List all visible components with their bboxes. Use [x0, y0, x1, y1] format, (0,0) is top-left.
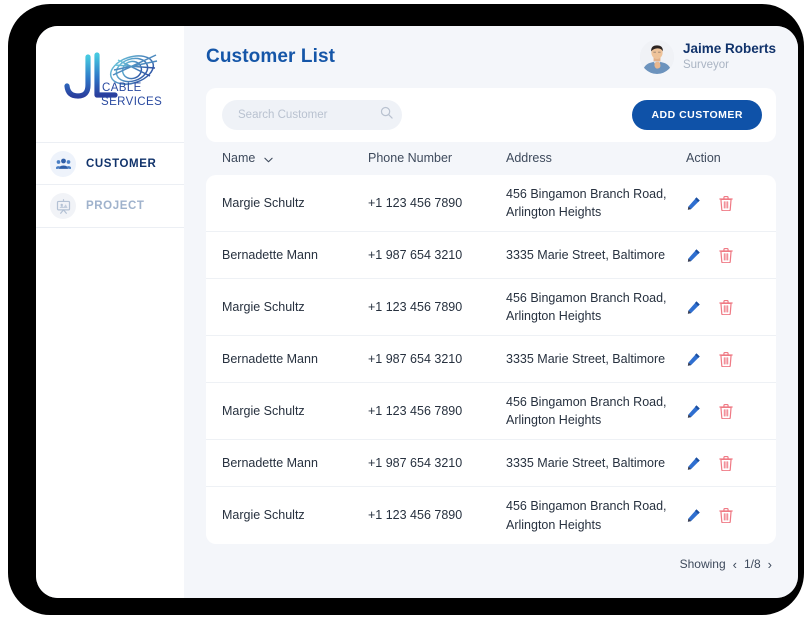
jl-cable-services-logo-icon: CABLE SERVICES — [64, 52, 162, 108]
cell-name: Margie Schultz — [222, 299, 305, 314]
sidebar-item-label: CUSTOMER — [86, 157, 157, 170]
cell-actions — [686, 195, 760, 211]
cell-address: 456 Bingamon Branch Road, Arlington Heig… — [506, 289, 686, 325]
search-icon[interactable] — [380, 106, 393, 124]
edit-pencil-icon[interactable] — [686, 508, 701, 523]
cell-address-line1: 456 Bingamon Branch Road, — [506, 394, 667, 409]
pagination-next-button[interactable]: › — [768, 558, 772, 571]
cell-address-line2: Arlington Heights — [506, 517, 602, 532]
edit-pencil-icon[interactable] — [686, 248, 701, 263]
table-row[interactable]: Margie Schultz +1 123 456 7890 456 Binga… — [206, 175, 776, 232]
chevron-down-icon[interactable] — [264, 150, 273, 168]
cell-name: Margie Schultz — [222, 403, 305, 418]
add-customer-button[interactable]: ADD CUSTOMER — [632, 100, 762, 130]
cell-actions — [686, 247, 760, 263]
trash-icon[interactable] — [719, 455, 733, 471]
app-screen: CABLE SERVICES CUSTOMER PROJECT Customer… — [36, 26, 798, 598]
edit-pencil-icon[interactable] — [686, 404, 701, 419]
cell-address-line2: Arlington Heights — [506, 413, 602, 427]
column-header-name[interactable]: Name — [222, 149, 368, 168]
pagination-position: 1/8 — [743, 557, 761, 571]
pagination: Showing ‹ 1/8 › — [206, 544, 776, 584]
trash-icon[interactable] — [719, 247, 733, 263]
avatar — [639, 40, 674, 74]
table-row[interactable]: Margie Schultz +1 123 456 7890 456 Binga… — [206, 383, 776, 440]
showing-label: Showing — [679, 557, 726, 571]
cell-phone: +1 987 654 3210 — [368, 247, 463, 262]
customer-table: Margie Schultz +1 123 456 7890 456 Binga… — [206, 175, 776, 544]
sidebar-item-label: PROJECT — [86, 200, 145, 212]
table-header: Name Phone Number Address Action — [206, 142, 776, 175]
column-header-name-label: Name — [222, 151, 256, 166]
sidebar-item-customer[interactable]: CUSTOMER — [36, 142, 184, 185]
cell-name: Margie Schultz — [222, 195, 305, 210]
brand-logo: CABLE SERVICES — [36, 26, 184, 130]
user-name: Jaime Roberts — [682, 41, 776, 57]
page-title: Customer List — [206, 46, 336, 67]
table-row[interactable]: Bernadette Mann +1 987 654 3210 3335 Mar… — [206, 440, 776, 487]
cell-address-line2: Arlington Heights — [506, 309, 602, 323]
table-row[interactable]: Bernadette Mann +1 987 654 3210 3335 Mar… — [206, 336, 776, 383]
table-row[interactable]: Bernadette Mann +1 987 654 3210 3335 Mar… — [206, 232, 776, 279]
cell-actions — [686, 299, 760, 315]
edit-pencil-icon[interactable] — [686, 196, 701, 211]
page-header: Customer List Jaime Roberts Surveyor — [206, 26, 776, 88]
edit-pencil-icon[interactable] — [686, 352, 701, 367]
cell-actions — [686, 455, 760, 471]
trash-icon[interactable] — [719, 403, 733, 419]
cell-name: Margie Schultz — [222, 508, 305, 523]
cell-address-line1: 456 Bingamon Branch Road, — [506, 186, 667, 201]
cell-phone: +1 987 654 3210 — [368, 351, 463, 366]
cell-actions — [686, 508, 760, 523]
cell-address: 3335 Marie Street, Baltimore — [506, 454, 686, 472]
column-header-phone: Phone Number — [368, 151, 453, 166]
cell-address-line1: 456 Bingamon Branch Road, — [506, 499, 667, 514]
trash-icon[interactable] — [719, 351, 733, 367]
cell-phone: +1 123 456 7890 — [368, 195, 463, 210]
cell-actions — [686, 403, 760, 419]
sidebar-nav: CUSTOMER PROJECT — [36, 142, 184, 228]
cell-name: Bernadette Mann — [222, 351, 318, 366]
main-content: Customer List Jaime Roberts Surveyor Sea… — [184, 26, 798, 598]
search-field[interactable] — [222, 100, 402, 130]
cell-address-line2: Arlington Heights — [506, 205, 602, 219]
user-role: Surveyor — [682, 58, 729, 71]
trash-icon[interactable] — [719, 508, 733, 523]
cell-phone: +1 123 456 7890 — [368, 299, 463, 314]
sidebar: CABLE SERVICES CUSTOMER PROJECT — [36, 26, 184, 598]
trash-icon[interactable] — [719, 299, 733, 315]
cell-address: 3335 Marie Street, Baltimore — [506, 246, 686, 264]
cell-name: Bernadette Mann — [222, 247, 318, 262]
people-icon — [50, 150, 76, 177]
cell-address: 456 Bingamon Branch Road, Arlington Heig… — [506, 393, 686, 429]
device-bezel: CABLE SERVICES CUSTOMER PROJECT Customer… — [8, 4, 804, 615]
edit-pencil-icon[interactable] — [686, 456, 701, 471]
column-header-action: Action — [686, 151, 721, 166]
cell-phone: +1 123 456 7890 — [368, 403, 463, 418]
table-row[interactable]: Margie Schultz +1 123 456 7890 456 Binga… — [206, 487, 776, 544]
cell-address: 456 Bingamon Branch Road, Arlington Heig… — [506, 497, 686, 533]
cell-actions — [686, 351, 760, 367]
logo-word-cable: CABLE — [102, 82, 142, 94]
sidebar-item-project[interactable]: PROJECT — [36, 185, 184, 228]
cell-address: 456 Bingamon Branch Road, Arlington Heig… — [506, 185, 686, 221]
toolbar: ADD CUSTOMER — [206, 88, 776, 142]
trash-icon[interactable] — [719, 195, 733, 211]
cell-address: 3335 Marie Street, Baltimore — [506, 350, 686, 368]
cell-address-line1: 3335 Marie Street, Baltimore — [506, 351, 666, 366]
table-row[interactable]: Margie Schultz +1 123 456 7890 456 Binga… — [206, 279, 776, 336]
cell-address-line1: 456 Bingamon Branch Road, — [506, 290, 667, 305]
cell-name: Bernadette Mann — [222, 455, 318, 470]
cell-address-line1: 3335 Marie Street, Baltimore — [506, 455, 666, 470]
edit-pencil-icon[interactable] — [686, 300, 701, 315]
pagination-prev-button[interactable]: ‹ — [733, 558, 737, 571]
user-profile[interactable]: Jaime Roberts Surveyor — [639, 40, 776, 74]
presentation-board-icon — [50, 193, 76, 219]
cell-phone: +1 123 456 7890 — [368, 508, 463, 523]
logo-word-services: SERVICES — [101, 96, 162, 108]
cell-address-line1: 3335 Marie Street, Baltimore — [506, 247, 666, 262]
search-input[interactable] — [236, 108, 380, 122]
cell-phone: +1 987 654 3210 — [368, 455, 463, 470]
column-header-address: Address — [506, 151, 552, 166]
